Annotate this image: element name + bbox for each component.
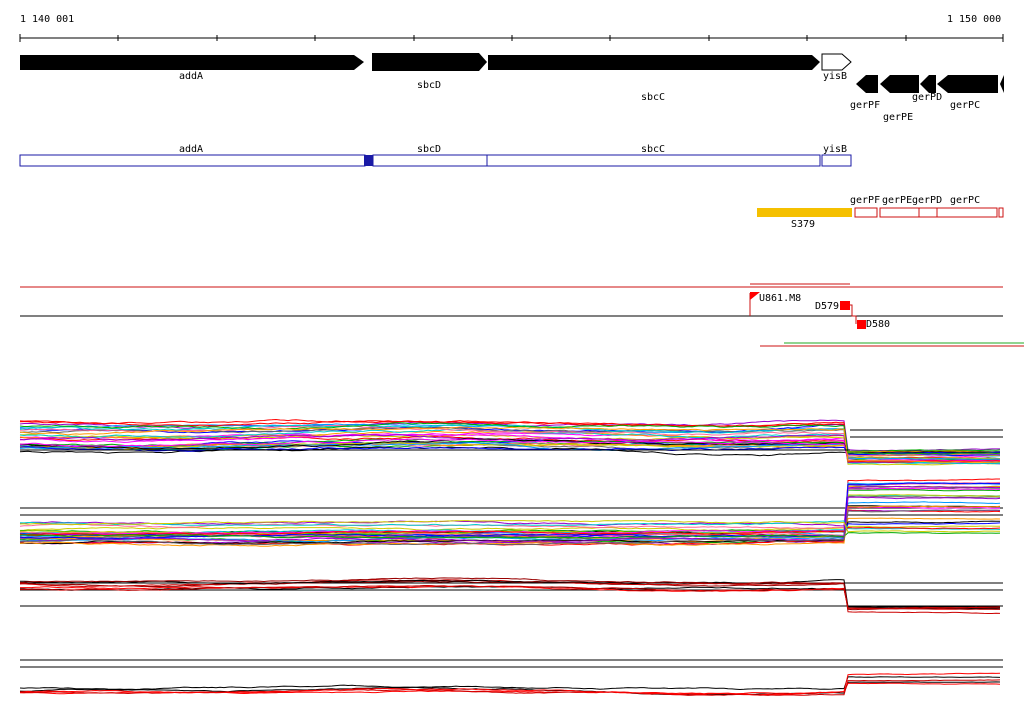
gene-label-sbcC: sbcC — [641, 92, 666, 103]
red-box-partial — [998, 207, 1004, 218]
transcript-box-yisB[interactable] — [821, 154, 852, 167]
gene-label-gerPF: gerPF — [850, 100, 881, 111]
genome-browser-view: 1 140 001 1 150 000 addA sbcD sbcC yisB … — [0, 0, 1024, 714]
transcript-label-addA: addA — [179, 144, 204, 155]
red-box-gerPF[interactable] — [854, 207, 878, 218]
group3-trace — [19, 579, 1001, 609]
gene-label-gerPC: gerPC — [950, 100, 981, 111]
d579-marker[interactable] — [840, 301, 850, 310]
gene-arrow-gerPF[interactable] — [856, 75, 878, 93]
gene-arrow-gerPD[interactable] — [920, 75, 936, 93]
gene-arrow-addA[interactable] — [20, 55, 364, 70]
transcript-label-sbcD: sbcD — [417, 144, 442, 155]
red-box-gerPD[interactable] — [918, 207, 938, 218]
gene-arrow-sbcC[interactable] — [488, 55, 820, 70]
red-box-gerPE[interactable] — [879, 207, 920, 218]
transcript-box-sbcC[interactable] — [486, 154, 821, 167]
segment-bar[interactable] — [757, 208, 852, 217]
transcript-box-marker — [364, 155, 373, 166]
d580-label: D580 — [866, 319, 891, 330]
gene-label-addA: addA — [179, 71, 204, 82]
expression-profiles — [19, 418, 1003, 696]
transcript-box-sbcD[interactable] — [372, 154, 488, 167]
transcript-label-sbcC: sbcC — [641, 144, 666, 155]
d579-label: D579 — [815, 301, 840, 312]
gene-arrow-yisB[interactable] — [821, 53, 852, 71]
gene-arrow-gerPC[interactable] — [937, 75, 998, 93]
gene-label-yisB: yisB — [823, 71, 848, 82]
ruler-axis — [19, 34, 1004, 42]
d580-marker[interactable] — [857, 320, 866, 329]
gene-arrow-sbcD[interactable] — [372, 53, 487, 71]
marker-track — [20, 283, 1024, 347]
red-label-gerPF: gerPF — [850, 195, 881, 206]
red-box-gerPC[interactable] — [936, 207, 998, 218]
red-label-gerPD: gerPD — [912, 195, 943, 206]
gene-label-gerPE: gerPE — [883, 112, 914, 123]
upshift-label: U861.M8 — [759, 293, 802, 304]
red-label-gerPE: gerPE — [882, 195, 913, 206]
segment-label: S379 — [791, 219, 816, 230]
transcript-box-addA[interactable] — [19, 154, 366, 167]
gene-arrow-partial — [1000, 75, 1004, 93]
red-label-gerPC: gerPC — [950, 195, 981, 206]
gene-arrow-gerPE[interactable] — [880, 75, 919, 93]
gene-label-sbcD: sbcD — [417, 80, 442, 91]
gene-label-gerPD: gerPD — [912, 92, 943, 103]
transcript-label-yisB: yisB — [823, 144, 848, 155]
